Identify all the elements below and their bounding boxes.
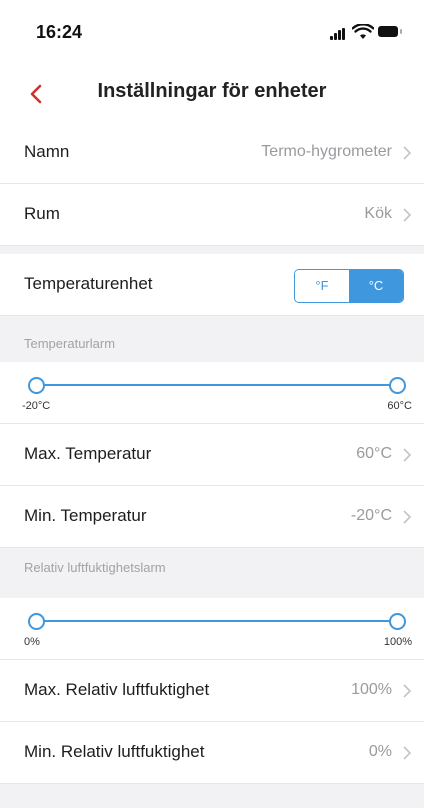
- slider-min-label: -20°C: [22, 400, 51, 412]
- slider-min-label: 0%: [24, 636, 40, 648]
- min-humidity-row[interactable]: Min. Relativ luftfuktighet 0%: [0, 722, 424, 784]
- max-temperature-label: Max. Temperatur: [24, 444, 152, 463]
- slider-track: [30, 384, 398, 386]
- temperature-unit-row: Temperaturenhet °F °C: [0, 254, 424, 316]
- slider-max-handle[interactable]: [389, 377, 406, 394]
- wifi-icon: [351, 23, 375, 40]
- max-temperature-row[interactable]: Max. Temperatur 60°C: [0, 424, 424, 486]
- slider-min-handle[interactable]: [28, 377, 45, 394]
- chevron-right-icon: [402, 683, 412, 699]
- chevron-right-icon: [402, 207, 412, 223]
- chevron-right-icon: [402, 145, 412, 161]
- status-icons: [330, 23, 404, 42]
- room-row[interactable]: Rum Kök: [0, 184, 424, 246]
- min-humidity-label: Min. Relativ luftfuktighet: [24, 742, 205, 761]
- navigation-bar: Inställningar för enheter: [0, 66, 424, 122]
- humidity-alarm-title: Relativ luftfuktighetslarm: [24, 560, 166, 575]
- min-temperature-label: Min. Temperatur: [24, 506, 147, 525]
- chevron-right-icon: [402, 745, 412, 761]
- slider-min-handle[interactable]: [28, 613, 45, 630]
- humidity-range-slider[interactable]: 0% 100%: [0, 598, 424, 660]
- slider-track: [30, 620, 398, 622]
- slider-max-label: 60°C: [387, 400, 412, 412]
- bottom-spacer: [0, 784, 424, 808]
- signal-icon: [330, 28, 346, 40]
- status-time: 16:24: [36, 22, 83, 42]
- page-title: Inställningar för enheter: [97, 80, 327, 102]
- max-humidity-label: Max. Relativ luftfuktighet: [24, 680, 210, 699]
- unit-option-celsius[interactable]: °C: [349, 270, 403, 302]
- chevron-right-icon: [402, 509, 412, 525]
- min-temperature-value: -20°C: [350, 507, 392, 524]
- max-humidity-value: 100%: [351, 681, 392, 698]
- name-row[interactable]: Namn Termo-hygrometer: [0, 122, 424, 184]
- name-label: Namn: [24, 142, 70, 161]
- room-value: Kök: [364, 205, 392, 222]
- slider-max-label: 100%: [383, 636, 412, 648]
- max-humidity-row[interactable]: Max. Relativ luftfuktighet 100%: [0, 660, 424, 722]
- temperature-unit-label: Temperaturenhet: [24, 274, 153, 293]
- temperature-unit-toggle[interactable]: °F °C: [294, 269, 404, 303]
- humidity-alarm-header: Relativ luftfuktighetslarm: [0, 550, 424, 584]
- chevron-right-icon: [402, 447, 412, 463]
- status-bar: 16:24: [0, 0, 424, 66]
- room-label: Rum: [24, 204, 60, 223]
- min-humidity-value: 0%: [368, 743, 392, 760]
- name-value: Termo-hygrometer: [261, 143, 392, 160]
- unit-option-fahrenheit[interactable]: °F: [295, 270, 349, 302]
- temperature-range-slider[interactable]: -20°C 60°C: [0, 362, 424, 424]
- min-temperature-row[interactable]: Min. Temperatur -20°C: [0, 486, 424, 548]
- battery-icon: [378, 26, 402, 37]
- max-temperature-value: 60°C: [356, 445, 392, 462]
- temperature-alarm-title: Temperaturlarm: [24, 336, 116, 351]
- temperature-alarm-header: Temperaturlarm: [0, 326, 424, 360]
- slider-max-handle[interactable]: [389, 613, 406, 630]
